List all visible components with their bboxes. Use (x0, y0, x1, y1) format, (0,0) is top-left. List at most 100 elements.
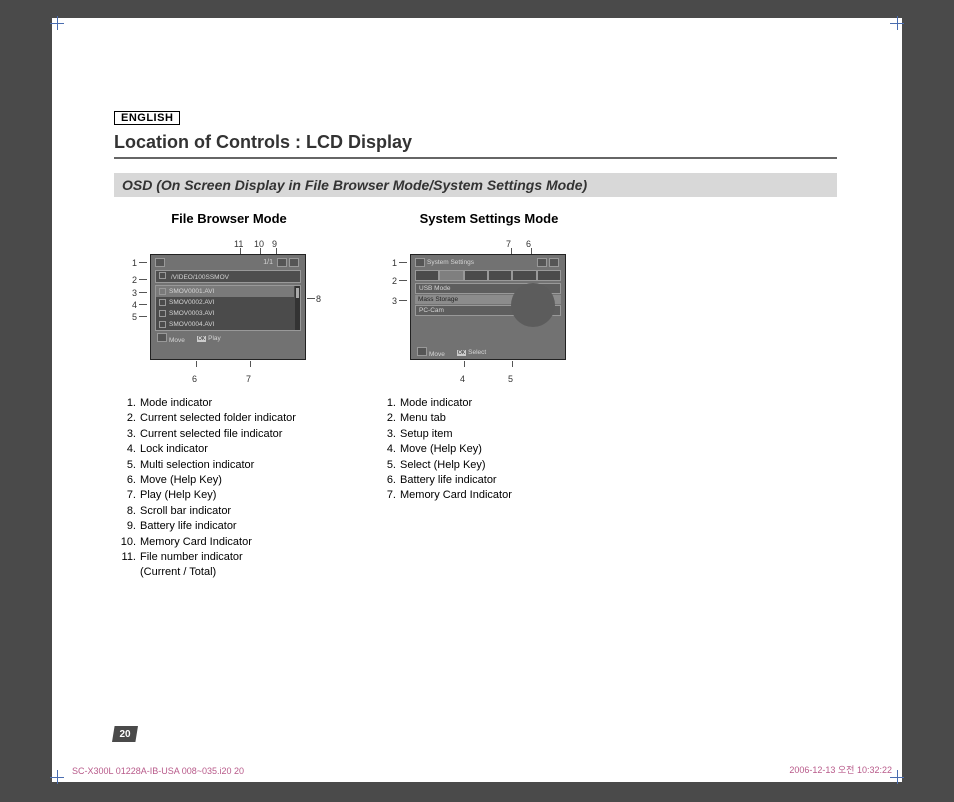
tab-icon (512, 270, 536, 281)
lcd-title: System Settings (427, 259, 537, 266)
system-settings-diagram: 1 2 3 7 6 4 5 (374, 236, 604, 386)
footer-right: 2006-12-13 오전 10:32:22 (789, 763, 892, 776)
legend-list: 1.Mode indicator 2.Menu tab 3.Setup item… (374, 396, 604, 504)
section-subtitle: OSD (On Screen Display in File Browser M… (114, 173, 837, 197)
callout-tick (139, 292, 147, 293)
background-gear-icon (511, 283, 555, 327)
dpad-icon (157, 333, 167, 342)
play-help: OKPlay (197, 335, 221, 342)
legend-item-sub: (Current / Total) (114, 565, 344, 580)
legend-item: 3.Current selected file indicator (114, 427, 344, 442)
file-list: SMOV0001.AVI SMOV0002.AVI SMOV0003.AVI S… (155, 285, 301, 331)
callout-number: 4 (460, 374, 465, 384)
lcd-help-bar: Move OKPlay (151, 331, 305, 345)
ok-icon: OK (197, 336, 206, 342)
battery-icon (289, 258, 299, 267)
callout-number: 8 (316, 294, 321, 304)
path-text: /VIDEO/100SSMOV (171, 274, 229, 281)
legend-item: 2.Current selected folder indicator (114, 411, 344, 426)
callout-number: 10 (254, 239, 264, 249)
setup-items: USB Mode Mass Storage PC-Cam (415, 283, 561, 316)
callout-number: 6 (192, 374, 197, 384)
legend-item: 7.Play (Help Key) (114, 488, 344, 503)
page-number-badge: 20 (112, 726, 138, 742)
lcd-preview: 1/1 /VIDEO/100SSMOV SMOV0001.AVI SMOV000… (150, 254, 306, 360)
move-help: Move (417, 347, 445, 358)
callout-number: 1 (392, 258, 397, 268)
callout-tick (399, 300, 407, 301)
gear-icon (415, 258, 425, 267)
crop-mark-icon (50, 16, 64, 30)
callout-tick (139, 304, 147, 305)
legend-item: 2.Menu tab (374, 411, 604, 426)
arrow-icon (159, 288, 166, 295)
scrollbar (295, 286, 300, 330)
legend-item: 1.Mode indicator (114, 396, 344, 411)
column-heading: System Settings Mode (374, 211, 604, 226)
system-settings-column: System Settings Mode 1 2 3 7 6 4 5 (374, 211, 604, 581)
callout-tick (139, 279, 147, 280)
callout-tick (464, 361, 465, 367)
file-counter: 1/1 (263, 259, 273, 266)
callout-number: 2 (132, 275, 137, 285)
column-heading: File Browser Mode (114, 211, 344, 226)
callout-tick (139, 316, 147, 317)
menu-tabs (415, 270, 561, 281)
page-title: Location of Controls : LCD Display (114, 132, 837, 159)
file-browser-diagram: 11 10 9 1 2 3 (114, 236, 344, 386)
legend-item: 6.Battery life indicator (374, 473, 604, 488)
blank-icon (159, 321, 166, 328)
callout-tick (399, 280, 407, 281)
crop-mark-icon (890, 770, 904, 784)
file-name: SMOV0004.AVI (169, 321, 214, 328)
file-name: SMOV0002.AVI (169, 299, 214, 306)
folder-icon (155, 258, 165, 267)
callout-number: 7 (246, 374, 251, 384)
tab-icon (464, 270, 488, 281)
dpad-icon (417, 347, 427, 356)
lcd-preview: System Settings (410, 254, 566, 360)
legend-item: 4.Move (Help Key) (374, 442, 604, 457)
callout-number: 11 (234, 239, 243, 249)
lock-icon (159, 299, 166, 306)
battery-icon (549, 258, 559, 267)
callout-tick (196, 361, 197, 367)
callout-tick (399, 262, 407, 263)
footer-left: SC-X300L 01228A-IB-USA 008~035.i20 20 (72, 766, 244, 776)
callout-number: 5 (508, 374, 513, 384)
legend-item: 9.Battery life indicator (114, 519, 344, 534)
legend-item: 11.File number indicator (114, 550, 344, 565)
crop-mark-icon (890, 16, 904, 30)
crop-mark-icon (50, 770, 64, 784)
content-area: ENGLISH Location of Controls : LCD Displ… (114, 108, 852, 581)
memory-card-icon (277, 258, 287, 267)
callout-number: 3 (392, 296, 397, 306)
callout-number: 5 (132, 312, 137, 322)
list-item: SMOV0002.AVI (156, 297, 294, 308)
folder-icon (159, 272, 166, 279)
manual-page: ENGLISH Location of Controls : LCD Displ… (52, 18, 902, 782)
legend-item: 8.Scroll bar indicator (114, 504, 344, 519)
lcd-help-bar: Move OKSelect (411, 345, 565, 359)
file-browser-column: File Browser Mode 11 10 9 (114, 211, 344, 581)
callout-number: 1 (132, 258, 137, 268)
select-help: OKSelect (457, 349, 486, 356)
legend-item: 5.Multi selection indicator (114, 458, 344, 473)
folder-path: /VIDEO/100SSMOV (155, 270, 301, 283)
callout-tick (512, 361, 513, 367)
callout-number: 4 (132, 300, 137, 310)
file-name: SMOV0003.AVI (169, 310, 214, 317)
callout-number: 3 (132, 288, 137, 298)
legend-item: 4.Lock indicator (114, 442, 344, 457)
ok-icon: OK (457, 350, 466, 356)
check-icon (159, 310, 166, 317)
two-column-layout: File Browser Mode 11 10 9 (114, 211, 852, 581)
list-item: SMOV0003.AVI (156, 308, 294, 319)
legend-list: 1.Mode indicator 2.Current selected fold… (114, 396, 344, 581)
legend-item: 10.Memory Card Indicator (114, 535, 344, 550)
callout-tick (250, 361, 251, 367)
memory-card-icon (537, 258, 547, 267)
legend-item: 3.Setup item (374, 427, 604, 442)
lcd-topbar: System Settings (411, 255, 565, 270)
legend-item: 6.Move (Help Key) (114, 473, 344, 488)
